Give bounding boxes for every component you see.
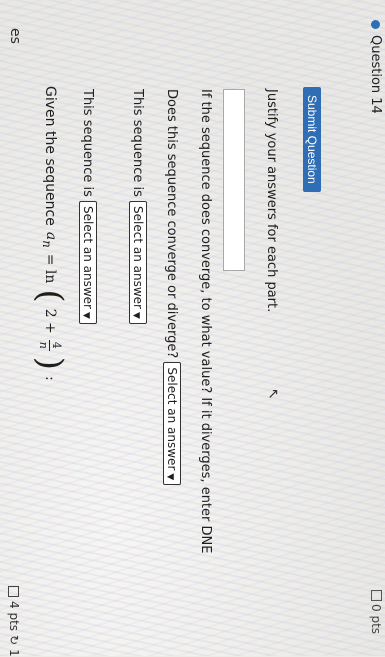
limit-answer-input[interactable] — [223, 89, 245, 271]
fraction: 4 n — [37, 339, 64, 351]
close-paren: ) — [30, 356, 70, 371]
edit-icon — [8, 586, 20, 597]
part-4-text: If the sequence does converge, to what v… — [198, 89, 213, 554]
equals-ln: = ln — [42, 253, 58, 284]
question-page: 0 pts es Given the sequence an = ln ( 2 … — [0, 0, 385, 657]
open-paren: ( — [30, 289, 70, 303]
fraction-numerator: 4 — [49, 339, 64, 351]
cropped-sidebar-text: es — [7, 28, 23, 44]
part-1-select[interactable]: Select an answer▼ — [79, 201, 97, 324]
part-1: This sequence is Select an answer▼ — [79, 89, 97, 324]
chevron-down-icon: ▼ — [131, 311, 141, 319]
prompt-text: Given the sequence — [42, 86, 58, 226]
points-footer: 4 pts ↻ 1 — [7, 586, 21, 657]
sequence-symbol: an — [40, 231, 60, 248]
next-question-link[interactable]: Question 14 — [368, 20, 383, 114]
part-2-select[interactable]: Select an answer▼ — [129, 201, 147, 324]
question-prompt: Given the sequence an = ln ( 2 + 4 n ) : — [30, 86, 70, 381]
next-question-label: Question 14 — [368, 35, 383, 114]
part-2-text: This sequence is — [130, 89, 145, 197]
submit-question-button[interactable]: Submit Question — [303, 87, 321, 192]
points-value: 4 pts — [7, 601, 21, 632]
chevron-down-icon: ▼ — [81, 311, 91, 319]
part-1-text: This sequence is — [80, 89, 95, 197]
part-3-text: Does this sequence converge or diverge? — [164, 89, 179, 359]
retry-icon: ↻ — [7, 635, 21, 646]
checkbox-icon — [371, 590, 382, 601]
fraction-denominator: n — [37, 341, 51, 349]
mouse-cursor-icon: ↖ — [265, 388, 281, 400]
justify-text: Justify your answers for each part. — [264, 89, 279, 313]
chevron-down-icon: ▼ — [165, 473, 175, 481]
two-plus: 2 + — [42, 308, 58, 334]
colon: : — [42, 376, 58, 381]
points-indicator-top: 0 pts — [369, 590, 383, 634]
part-3-select[interactable]: Select an answer▼ — [163, 362, 181, 486]
status-dot-icon — [371, 20, 380, 29]
part-2: This sequence is Select an answer▼ — [129, 89, 147, 324]
part-3: Does this sequence converge or diverge? … — [163, 89, 181, 486]
